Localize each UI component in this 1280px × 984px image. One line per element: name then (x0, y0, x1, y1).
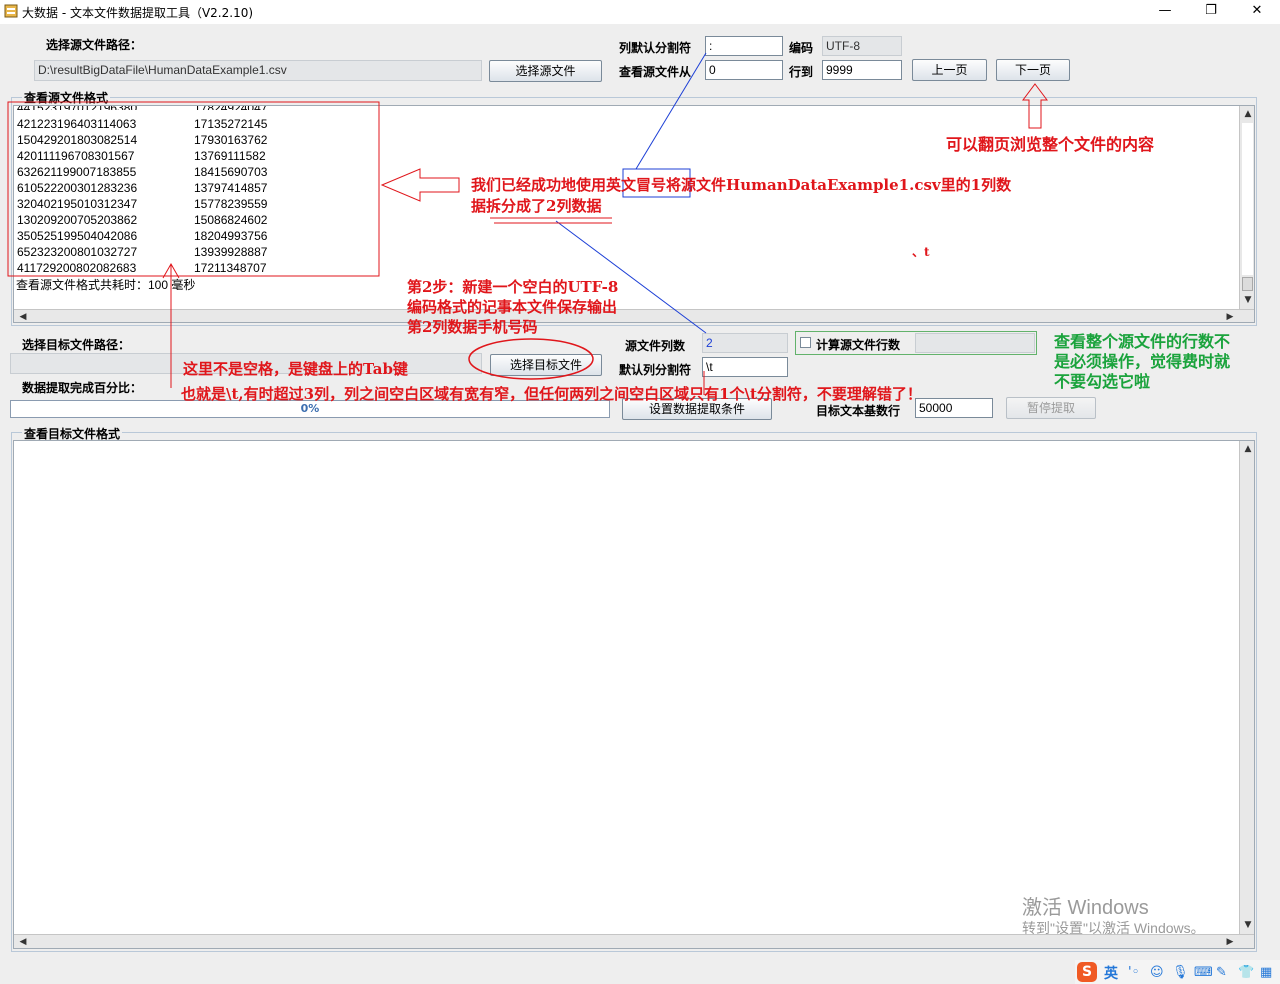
activation-watermark-title: 激活 Windows (1022, 897, 1149, 919)
sogou-ime-logo-icon[interactable]: S (1077, 962, 1097, 982)
keyboard-icon[interactable]: ⌨ (1194, 965, 1213, 980)
menu-grid-icon[interactable]: ▦ (1260, 965, 1272, 980)
microphone-icon[interactable]: 🎙 (1172, 965, 1189, 980)
connector-line-colon (635, 52, 707, 170)
annotation-split-line1: 我们已经成功地使用英文冒号将源文件HumanDataExample1.csv里的… (471, 174, 1011, 195)
annotation-stray-mark: 、t (912, 245, 930, 259)
ime-language-indicator[interactable]: 英 (1104, 963, 1118, 983)
annotation-split-line2: 据拆分成了2列数据 (471, 197, 602, 215)
annotation-step2-line3: 第2列数据手机号码 (407, 318, 538, 336)
annotation-split-boxed: 英文冒号 (606, 176, 667, 194)
annotation-calc-note-line3: 不要勾选它啦 (1054, 372, 1151, 391)
annotation-page-flip: 可以翻页浏览整个文件的内容 (946, 135, 1155, 154)
annotation-step2-line2: 编码格式的记事本文件保存输出 (407, 298, 618, 316)
skin-icon[interactable]: 👕 (1238, 965, 1254, 980)
annotation-split-post: 将源文件HumanDataExample1.csv里的1列数 (666, 176, 1012, 194)
punctuation-icon[interactable]: '◦ (1128, 965, 1139, 980)
annotation-step2-line1: 第2步：新建一个空白的UTF-8 (407, 278, 619, 296)
annotation-tab-detail: 也就是\t,有时超过3列，列之间空白区域有宽有窄，但任何两列之间空白区域只有1个… (181, 385, 922, 403)
annotation-tab-note: 这里不是空格，是键盘上的Tab键 (183, 360, 408, 378)
annotation-split-pre: 我们已经成功地使用 (471, 176, 607, 194)
source-data-highlight-box (7, 101, 380, 277)
activation-watermark-subtitle: 转到"设置"以激活 Windows。 (1022, 920, 1205, 936)
toolbox-icon[interactable]: ✎ (1216, 965, 1227, 980)
emoji-icon[interactable]: ☺ (1150, 965, 1164, 980)
target-button-highlight-ellipse (468, 338, 594, 380)
up-arrow-icon (1022, 83, 1048, 129)
left-arrow-icon (380, 168, 460, 202)
